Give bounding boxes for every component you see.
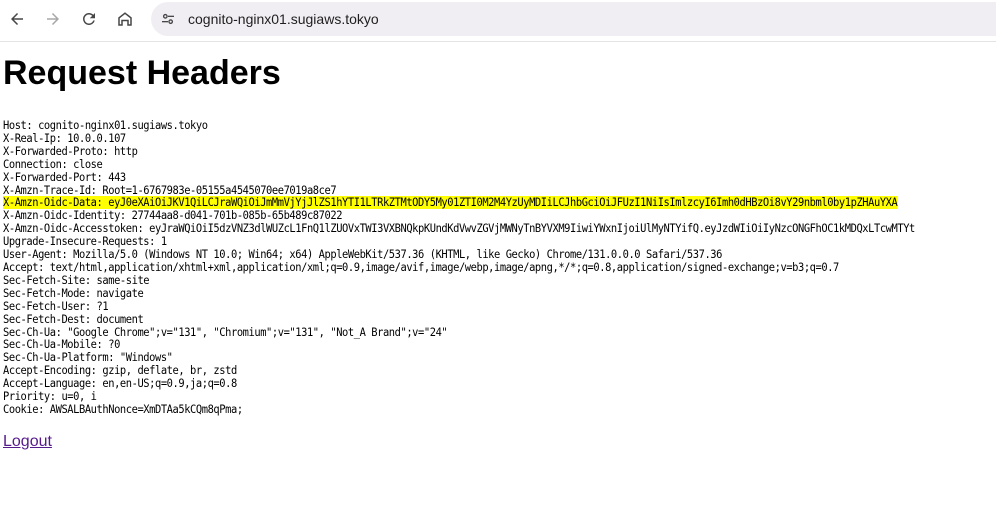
arrow-left-icon (11, 13, 23, 25)
tune-icon (162, 13, 174, 25)
back-button[interactable] (3, 5, 31, 33)
header-line: Priority: u=0, i (3, 390, 97, 404)
browser-toolbar: cognito-nginx01.sugiaws.tokyo (0, 0, 996, 42)
header-line: X-Forwarded-Port: 443 (3, 170, 126, 184)
header-line: Accept-Language: en,en-US;q=0.9,ja;q=0.8 (3, 377, 237, 391)
home-button[interactable] (111, 5, 139, 33)
header-line: Sec-Fetch-Mode: navigate (3, 286, 144, 300)
header-line: Sec-Fetch-Site: same-site (3, 273, 150, 287)
page-title: Request Headers (3, 54, 281, 92)
address-bar[interactable]: cognito-nginx01.sugiaws.tokyo (151, 2, 996, 36)
site-info-button[interactable] (155, 6, 181, 32)
logout-link[interactable]: Logout (3, 433, 52, 451)
reload-icon (82, 12, 95, 25)
forward-button[interactable] (39, 5, 67, 33)
header-line: Sec-Fetch-User: ?1 (3, 299, 109, 313)
arrow-right-icon (47, 13, 59, 25)
home-icon (118, 12, 132, 26)
header-line: X-Real-Ip: 10.0.0.107 (3, 131, 126, 145)
header-line: Connection: close (3, 157, 103, 171)
header-line: X-Forwarded-Proto: http (3, 144, 138, 158)
page-content: Request Headers Host: cognito-nginx01.su… (3, 52, 996, 450)
header-line: Sec-Fetch-Dest: document (3, 312, 144, 326)
header-line: Sec-Ch-Ua: "Google Chrome";v="131", "Chr… (3, 325, 448, 339)
header-line: Cookie: AWSALBAuthNonce=XmDTAa5kCQm8qPma… (3, 402, 243, 416)
header-line: Host: cognito-nginx01.sugiaws.tokyo (3, 120, 208, 132)
reload-button[interactable] (75, 5, 103, 33)
headers-list: Host: cognito-nginx01.sugiaws.tokyo X-Rea… (3, 120, 926, 417)
url-text[interactable]: cognito-nginx01.sugiaws.tokyo (188, 11, 379, 27)
header-line: Accept: text/html,application/xhtml+xml,… (3, 260, 839, 274)
